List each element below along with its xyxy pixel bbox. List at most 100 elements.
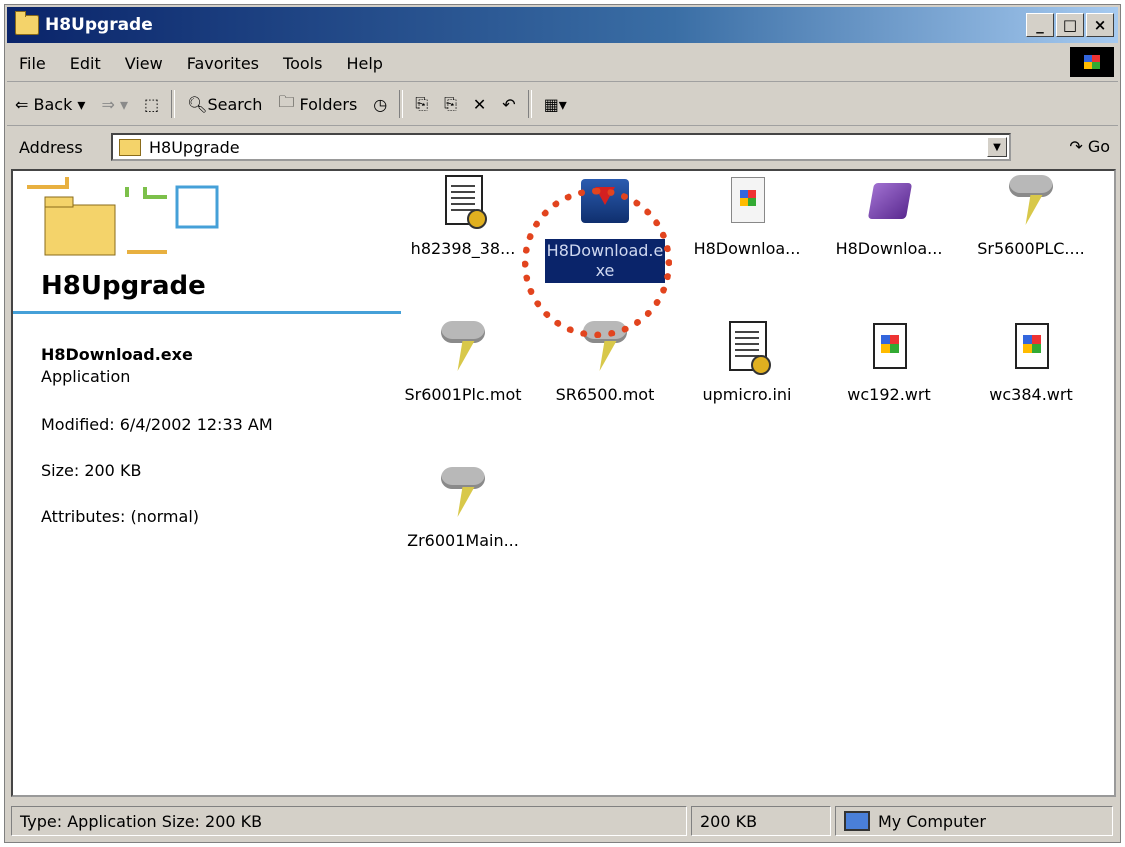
- write-doc-icon: [865, 321, 913, 377]
- go-label: Go: [1087, 137, 1110, 156]
- file-label: H8Download.e xe: [544, 239, 666, 283]
- list-item[interactable]: upmicro.ini: [677, 317, 817, 404]
- history-icon: ◷: [373, 94, 388, 114]
- file-label: wc192.wrt: [847, 385, 931, 404]
- folders-button[interactable]: 🗀 Folders: [270, 83, 365, 125]
- storm-cloud-icon: [439, 321, 487, 377]
- menu-help[interactable]: Help: [334, 54, 394, 73]
- forward-arrow-icon: ⇒ ▾: [101, 94, 128, 114]
- file-view: H8Upgrade H8Download.exe Application Mod…: [11, 169, 1116, 797]
- list-item[interactable]: Sr6001Plc.mot: [393, 317, 533, 404]
- up-folder-icon: ⬚: [144, 94, 160, 114]
- views-icon: ▦▾: [543, 94, 567, 114]
- write-doc-icon: [1007, 321, 1055, 377]
- maximize-button[interactable]: □: [1056, 13, 1084, 37]
- list-item[interactable]: h82398_38...: [393, 171, 533, 258]
- delete-button[interactable]: ✕: [465, 83, 494, 125]
- file-size: Size: 200 KB: [41, 461, 142, 480]
- address-value: H8Upgrade: [149, 137, 240, 157]
- views-button[interactable]: ▦▾: [536, 83, 575, 125]
- file-label: H8Downloa...: [835, 239, 943, 258]
- storm-cloud-icon: [1007, 175, 1055, 231]
- list-item[interactable]: SR6500.mot: [535, 317, 675, 404]
- folders-label: Folders: [299, 94, 358, 114]
- file-label: h82398_38...: [410, 239, 516, 258]
- my-computer-icon: [844, 811, 870, 831]
- address-bar: Address H8Upgrade ▼ ↷ Go: [7, 127, 1118, 167]
- search-button[interactable]: 🔍︎ Search: [179, 83, 270, 125]
- list-item[interactable]: H8Downloa...: [819, 171, 959, 258]
- address-label: Address: [19, 137, 83, 157]
- menu-file[interactable]: File: [7, 54, 58, 73]
- status-zone: My Computer: [835, 806, 1113, 836]
- toolbar: ⇐ Back ▾ ⇒ ▾ ⬚ 🔍︎ Search 🗀 Folders ◷ ⎘ ⎘…: [7, 83, 1118, 126]
- back-button[interactable]: ⇐ Back ▾: [7, 83, 93, 125]
- address-field[interactable]: H8Upgrade ▼: [111, 133, 1011, 161]
- file-attributes: Attributes: (normal): [41, 507, 200, 526]
- history-button[interactable]: ◷: [365, 83, 395, 125]
- up-folder-button[interactable]: ⬚: [136, 83, 167, 125]
- folder-title: H8Upgrade: [41, 271, 206, 301]
- file-list: h82398_38... H8Download.e xe H8Downloa...…: [393, 171, 1114, 795]
- folders-icon: 🗀: [278, 91, 300, 111]
- selected-file-name: H8Download.exe: [41, 345, 193, 364]
- back-label: Back: [33, 94, 73, 114]
- menu-favorites[interactable]: Favorites: [175, 54, 271, 73]
- file-label: H8Downloa...: [693, 239, 801, 258]
- chevron-down-icon: ▾: [72, 94, 86, 114]
- list-item[interactable]: H8Download.e xe: [535, 171, 675, 283]
- copy-to-button[interactable]: ⎘: [436, 83, 465, 125]
- file-label: upmicro.ini: [702, 385, 792, 404]
- copy-to-icon: ⎘: [444, 94, 457, 113]
- divider: [13, 311, 401, 314]
- window-title: H8Upgrade: [45, 15, 153, 35]
- selected-file-type: Application: [41, 367, 131, 386]
- status-zone-label: My Computer: [878, 811, 986, 831]
- modified-date: Modified: 6/4/2002 12:33 AM: [41, 415, 273, 434]
- go-arrow-icon: ↷: [1069, 137, 1083, 156]
- file-label: Zr6001Main...: [407, 531, 519, 550]
- download-app-icon: [581, 175, 629, 231]
- folder-icon: [15, 11, 39, 35]
- status-text: Type: Application Size: 200 KB: [11, 806, 687, 836]
- forward-button[interactable]: ⇒ ▾: [93, 83, 136, 125]
- storm-cloud-icon: [439, 467, 487, 523]
- list-item[interactable]: wc192.wrt: [819, 317, 959, 404]
- list-item[interactable]: Sr5600PLC....: [961, 171, 1101, 258]
- windows-logo-icon: [1070, 47, 1114, 77]
- file-label-line2: xe: [595, 261, 615, 280]
- search-label: Search: [207, 94, 263, 114]
- status-bar: Type: Application Size: 200 KB 200 KB My…: [7, 802, 1118, 840]
- chevron-down-icon[interactable]: ▼: [987, 137, 1007, 157]
- file-label: Sr5600PLC....: [977, 239, 1085, 258]
- list-item[interactable]: wc384.wrt: [961, 317, 1101, 404]
- menu-edit[interactable]: Edit: [58, 54, 113, 73]
- minimize-button[interactable]: _: [1026, 13, 1054, 37]
- help-book-icon: [865, 175, 913, 231]
- folder-banner-icon: [27, 177, 219, 256]
- list-item[interactable]: Zr6001Main...: [393, 463, 533, 550]
- list-item[interactable]: H8Downloa...: [677, 171, 817, 258]
- undo-button[interactable]: ↶: [494, 83, 523, 125]
- toolbar-separator: [171, 90, 176, 118]
- delete-icon: ✕: [472, 94, 487, 114]
- explorer-window: H8Upgrade _ □ × File Edit View Favorites…: [4, 4, 1121, 843]
- config-file-icon: [439, 175, 487, 231]
- document-icon: [723, 175, 771, 231]
- config-file-icon: [723, 321, 771, 377]
- go-button[interactable]: ↷ Go: [1069, 137, 1110, 156]
- folder-icon: [119, 138, 141, 156]
- title-bar[interactable]: H8Upgrade _ □ ×: [7, 7, 1118, 43]
- undo-icon: ↶: [502, 94, 516, 114]
- web-view-pane: H8Upgrade H8Download.exe Application Mod…: [13, 171, 403, 795]
- file-label: wc384.wrt: [989, 385, 1073, 404]
- menu-tools[interactable]: Tools: [271, 54, 334, 73]
- toolbar-separator: [527, 90, 532, 118]
- move-to-button[interactable]: ⎘: [407, 83, 436, 125]
- menu-view[interactable]: View: [113, 54, 175, 73]
- toolbar-separator: [399, 90, 404, 118]
- status-size: 200 KB: [691, 806, 831, 836]
- close-button[interactable]: ×: [1086, 13, 1114, 37]
- file-label: Sr6001Plc.mot: [404, 385, 522, 404]
- search-icon: 🔍︎: [187, 94, 208, 114]
